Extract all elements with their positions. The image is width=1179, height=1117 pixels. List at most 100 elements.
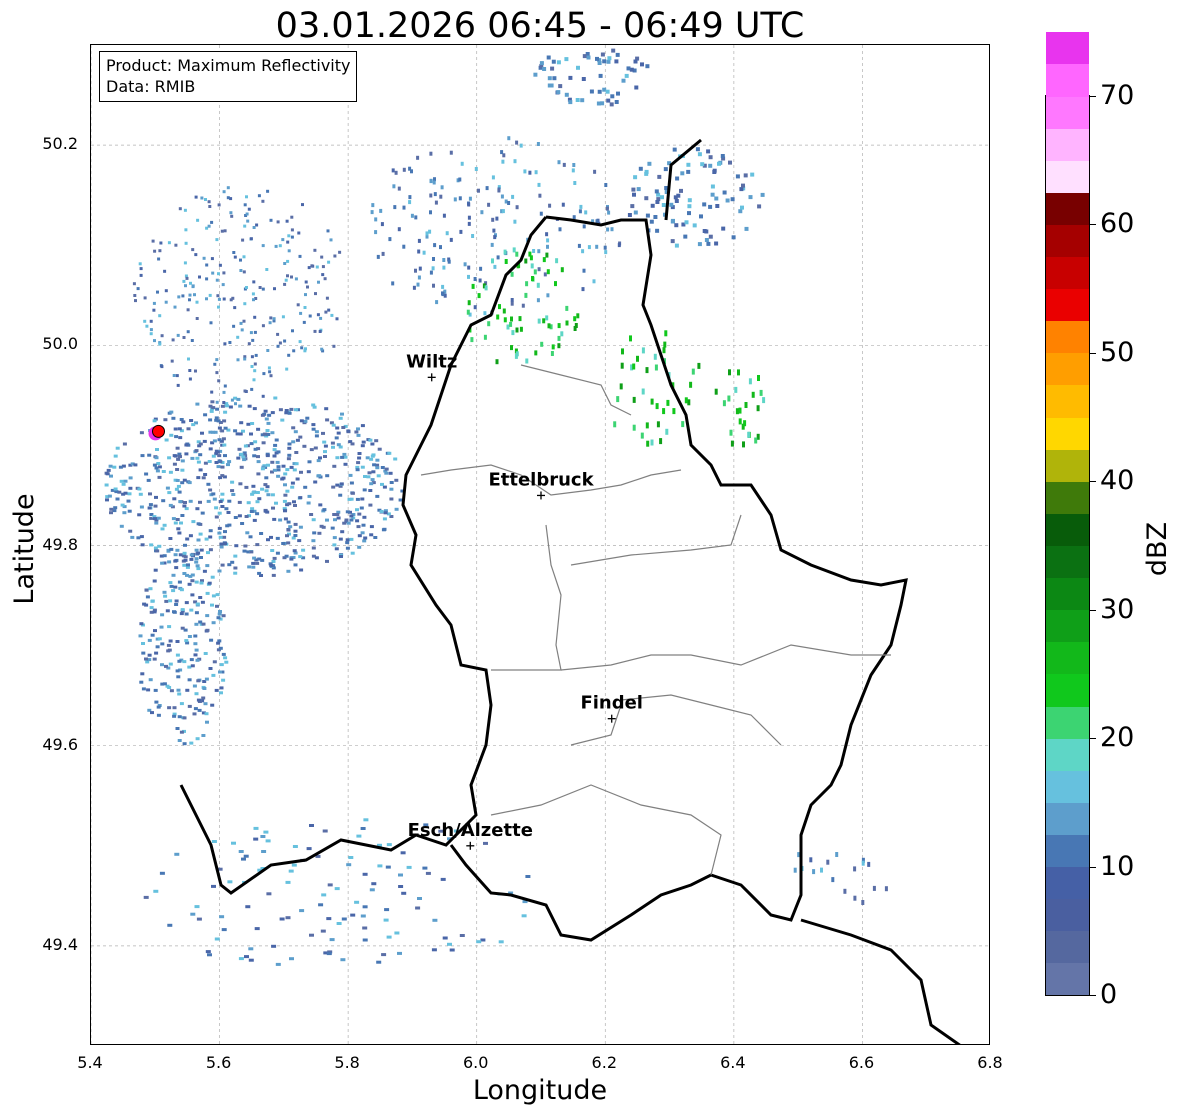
echo-pixel <box>392 184 396 189</box>
echo-pixel <box>156 462 161 465</box>
echo-pixel <box>260 413 265 417</box>
echo-pixel <box>298 496 303 500</box>
echo-pixel <box>659 438 663 445</box>
echo-pixel <box>284 278 288 282</box>
echo-pixel <box>176 457 181 461</box>
echo-pixel <box>244 515 249 518</box>
echo-pixel <box>152 301 156 305</box>
echo-pixel <box>686 162 691 167</box>
echo-pixel <box>184 601 189 605</box>
echo-pixel <box>183 543 187 547</box>
echo-pixel <box>329 938 335 942</box>
echo-pixel <box>127 492 132 496</box>
echo-pixel <box>211 673 216 677</box>
echo-pixel <box>662 408 666 415</box>
echo-pixel <box>188 499 193 503</box>
echo-pixel <box>484 285 488 291</box>
echo-pixel <box>188 377 192 381</box>
echo-pixel <box>230 214 234 218</box>
echo-pixel <box>139 431 144 435</box>
echo-pixel <box>164 438 169 442</box>
colorbar-segment <box>1046 770 1089 803</box>
echo-pixel <box>418 266 422 271</box>
echo-pixel <box>238 957 244 961</box>
echo-pixel <box>573 181 577 185</box>
colorbar-segment <box>1046 224 1089 258</box>
echo-pixel <box>303 485 308 489</box>
echo-pixel <box>467 221 471 226</box>
echo-pixel <box>383 511 388 515</box>
echo-pixel <box>339 482 344 486</box>
echo-pixel <box>369 457 374 461</box>
echo-pixel <box>510 316 513 322</box>
echo-pixel <box>429 179 433 184</box>
echo-pixel <box>680 171 685 176</box>
echo-pixel <box>417 238 421 243</box>
echo-pixel <box>176 527 181 531</box>
radar-map[interactable]: Wiltz Ettelbruck Findel Esch/Alzette <box>90 44 990 1045</box>
echo-pixel <box>330 313 334 317</box>
echo-pixel <box>176 484 181 488</box>
echo-pixel <box>320 929 326 933</box>
echo-pixel <box>380 482 384 486</box>
echo-pixel <box>156 290 159 294</box>
echo-pixel <box>525 281 529 287</box>
echo-pixel <box>546 269 550 275</box>
echo-pixel <box>253 315 257 319</box>
echo-pixel <box>182 563 187 567</box>
echo-pixel <box>187 635 192 638</box>
echo-pixel <box>283 339 287 343</box>
echo-pixel <box>316 313 320 317</box>
echo-pixel <box>172 454 177 458</box>
echo-pixel <box>727 395 731 402</box>
echo-pixel <box>152 579 157 583</box>
echo-pixel <box>504 259 508 264</box>
echo-pixel <box>316 459 321 463</box>
echo-pixel <box>666 399 670 406</box>
echo-pixel <box>653 215 658 219</box>
echo-pixel <box>385 865 391 869</box>
echo-pixel <box>416 155 420 160</box>
echo-pixel <box>194 253 198 257</box>
echo-pixel <box>311 403 316 407</box>
echo-pixel <box>290 228 294 232</box>
echo-pixel <box>369 482 374 486</box>
colorbar-tick-label: 30 <box>1100 593 1135 625</box>
echo-pixel <box>177 659 182 663</box>
echo-pixel <box>144 588 149 592</box>
echo-pixel <box>207 460 212 463</box>
echo-pixel <box>397 227 401 232</box>
echo-pixel <box>200 600 205 604</box>
echo-pixel <box>168 537 173 540</box>
x-tick-label: 5.6 <box>205 1053 232 1072</box>
echo-pixel <box>360 914 366 918</box>
echo-pixel <box>198 442 203 446</box>
city-label: Esch/Alzette <box>408 820 533 841</box>
echo-pixel <box>357 512 362 516</box>
echo-pixel <box>757 204 762 209</box>
echo-pixel <box>149 606 154 610</box>
echo-pixel <box>148 587 153 591</box>
echo-pixel <box>294 451 299 454</box>
echo-pixel <box>578 209 582 214</box>
echo-pixel <box>180 608 185 612</box>
echo-pixel <box>190 456 195 460</box>
echo-pixel <box>214 416 219 420</box>
echo-pixel <box>150 599 155 603</box>
echo-pixel <box>302 320 306 324</box>
echo-pixel <box>299 568 304 572</box>
echo-pixel <box>417 897 422 900</box>
colorbar-tick-label: 20 <box>1100 722 1135 754</box>
echo-pixel <box>370 210 374 215</box>
echo-pixel <box>346 521 351 525</box>
colorbar-tick-mark <box>1090 995 1096 996</box>
echo-pixel <box>321 893 327 897</box>
echo-pixel <box>156 516 161 520</box>
echo-pixel <box>400 851 406 855</box>
echo-pixel <box>256 472 261 476</box>
echo-pixel <box>555 258 559 264</box>
echo-pixel <box>362 539 367 543</box>
echo-pixel <box>298 435 303 439</box>
echo-pixel <box>182 336 186 339</box>
echo-pixel <box>355 497 360 501</box>
